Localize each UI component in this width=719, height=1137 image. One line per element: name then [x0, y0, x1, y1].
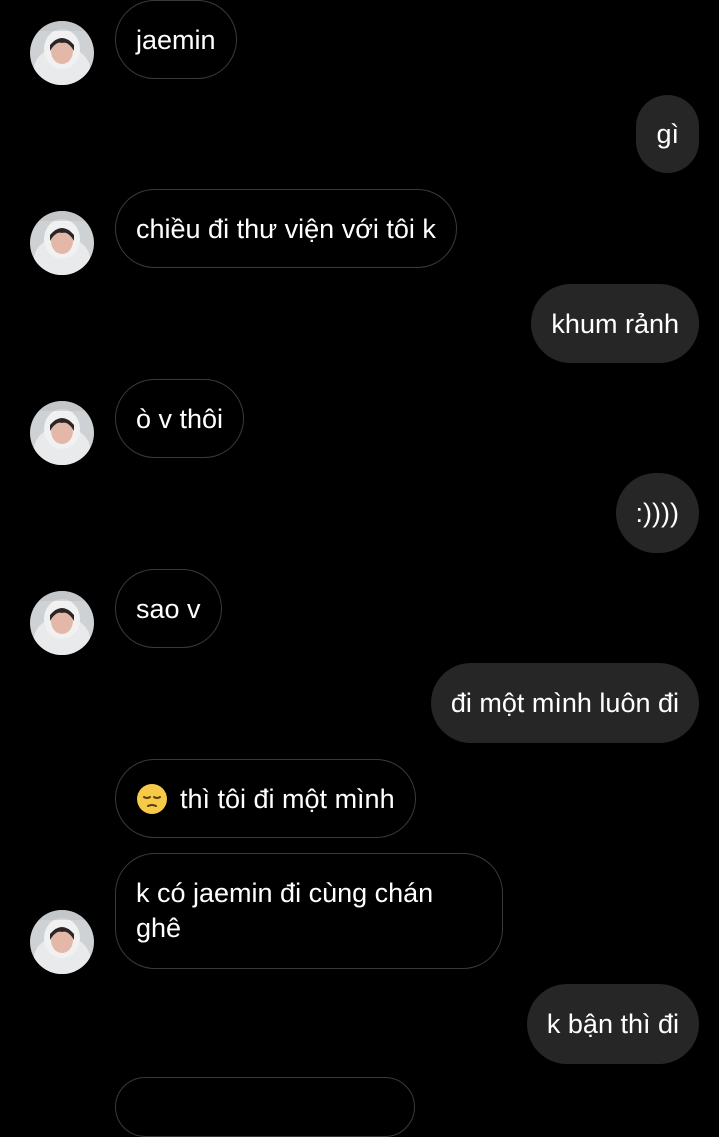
message-bubble-outgoing[interactable]: đi một mình luôn đi	[430, 663, 699, 743]
message-bubble-incoming[interactable]: sao v	[115, 569, 222, 648]
message-bubble-outgoing[interactable]: gì	[636, 95, 699, 173]
message-text: khum rảnh	[551, 308, 679, 339]
message-text: chiều đi thư viện với tôi k	[136, 213, 436, 244]
message-bubble-incoming[interactable]: thì tôi đi một mình	[115, 759, 416, 838]
message-text: k bận thì đi	[546, 1009, 679, 1039]
pensive-face-icon	[136, 783, 168, 815]
avatar[interactable]	[30, 591, 94, 655]
message-bubble-incoming[interactable]: k có jaemin đi cùng chán ghê	[115, 853, 503, 969]
avatar[interactable]	[30, 21, 94, 85]
message-bubble-incoming[interactable]: ò v thôi	[115, 379, 245, 458]
message-text: ò v thôi	[136, 403, 224, 434]
message-bubble-outgoing[interactable]: :))))	[615, 473, 699, 553]
message-text: jaemin	[136, 24, 216, 55]
message-bubble-incoming[interactable]: jaemin	[115, 0, 237, 79]
avatar[interactable]	[30, 910, 94, 974]
message-text: gì	[656, 119, 679, 149]
message-bubble-outgoing[interactable]: k bận thì đi	[526, 984, 699, 1064]
message-bubble-outgoing[interactable]: khum rảnh	[531, 284, 699, 363]
message-text: thì tôi đi một mình	[180, 783, 395, 814]
avatar[interactable]	[30, 211, 94, 275]
message-text: đi một mình luôn đi	[450, 688, 679, 718]
avatar[interactable]	[30, 401, 94, 465]
message-text: k có jaemin đi cùng chán ghê	[136, 878, 434, 943]
message-text: sao v	[136, 593, 201, 624]
message-bubble-incoming[interactable]: chiều đi thư viện với tôi k	[115, 189, 457, 268]
message-text: :))))	[635, 498, 679, 528]
message-bubble-incoming-partial[interactable]	[115, 1077, 415, 1137]
